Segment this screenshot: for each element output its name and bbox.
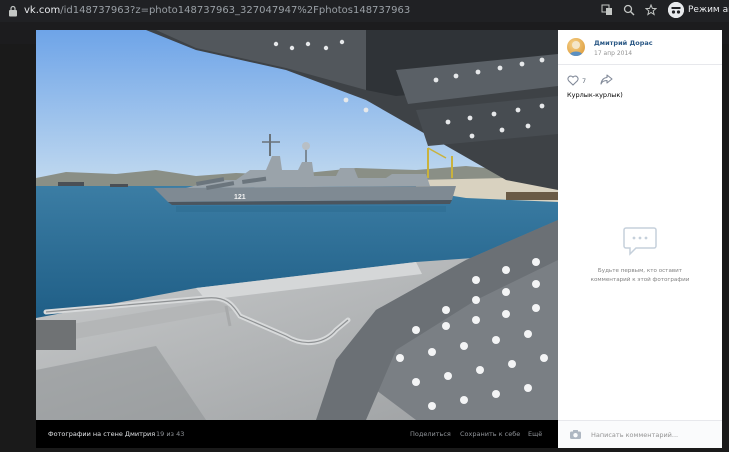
empty-line-1: Будьте первым, кто оставит bbox=[597, 268, 683, 274]
profile-label: Режим ано bbox=[688, 5, 729, 15]
url-path: /id148737963?z=photo148737963_327047947%… bbox=[60, 5, 411, 16]
lock-icon[interactable] bbox=[8, 5, 18, 17]
comments-icon bbox=[623, 227, 657, 256]
photo-counter: 19 из 43 bbox=[156, 430, 185, 438]
photo-bottom-bar: Фотографии на стене Дмитрия 19 из 43 Под… bbox=[36, 420, 558, 448]
photo-viewer: 121 Фотографии на стене Дмитрия 19 из 43… bbox=[36, 30, 722, 448]
incognito-icon bbox=[668, 2, 684, 18]
browser-toolbar: vk.com/id148737963?z=photo148737963_3270… bbox=[0, 0, 729, 22]
url-host: vk.com bbox=[24, 5, 61, 16]
post-date[interactable]: 17 апр 2014 bbox=[594, 50, 632, 57]
more-link[interactable]: Ещё bbox=[528, 430, 542, 438]
author-name[interactable]: Дмитрий Дорас bbox=[594, 39, 653, 47]
share-link[interactable]: Поделиться bbox=[410, 430, 451, 438]
album-title[interactable]: Фотографии на стене Дмитрия bbox=[48, 430, 155, 438]
save-link[interactable]: Сохранить к себе bbox=[460, 430, 520, 438]
star-icon[interactable] bbox=[644, 3, 658, 17]
empty-line-2: комментарий к этой фотографии bbox=[590, 277, 690, 283]
heart-icon bbox=[567, 75, 579, 86]
comment-composer[interactable]: Написать комментарий... bbox=[558, 420, 722, 448]
author-avatar[interactable] bbox=[567, 38, 585, 56]
photo-caption: Курлык-курлык) bbox=[567, 91, 623, 99]
photo-side-panel: Дмитрий Дорас 17 апр 2014 7 Курлык-курлы… bbox=[558, 30, 722, 448]
divider bbox=[558, 64, 722, 65]
comment-input[interactable]: Написать комментарий... bbox=[591, 431, 678, 439]
camera-icon[interactable] bbox=[569, 429, 582, 440]
empty-comments-message: Будьте первым, кто оставит комментарий к… bbox=[558, 267, 722, 285]
photo-image[interactable]: 121 bbox=[36, 30, 558, 420]
like-count: 7 bbox=[582, 76, 587, 85]
incognito-profile-button[interactable]: Режим ано bbox=[668, 2, 729, 18]
translate-icon[interactable] bbox=[600, 3, 614, 17]
share-icon[interactable] bbox=[600, 74, 613, 85]
hull-number: 121 bbox=[234, 194, 246, 201]
like-button[interactable]: 7 bbox=[567, 75, 586, 86]
address-bar[interactable]: vk.com/id148737963?z=photo148737963_3270… bbox=[24, 4, 410, 18]
zoom-icon[interactable] bbox=[622, 3, 636, 17]
